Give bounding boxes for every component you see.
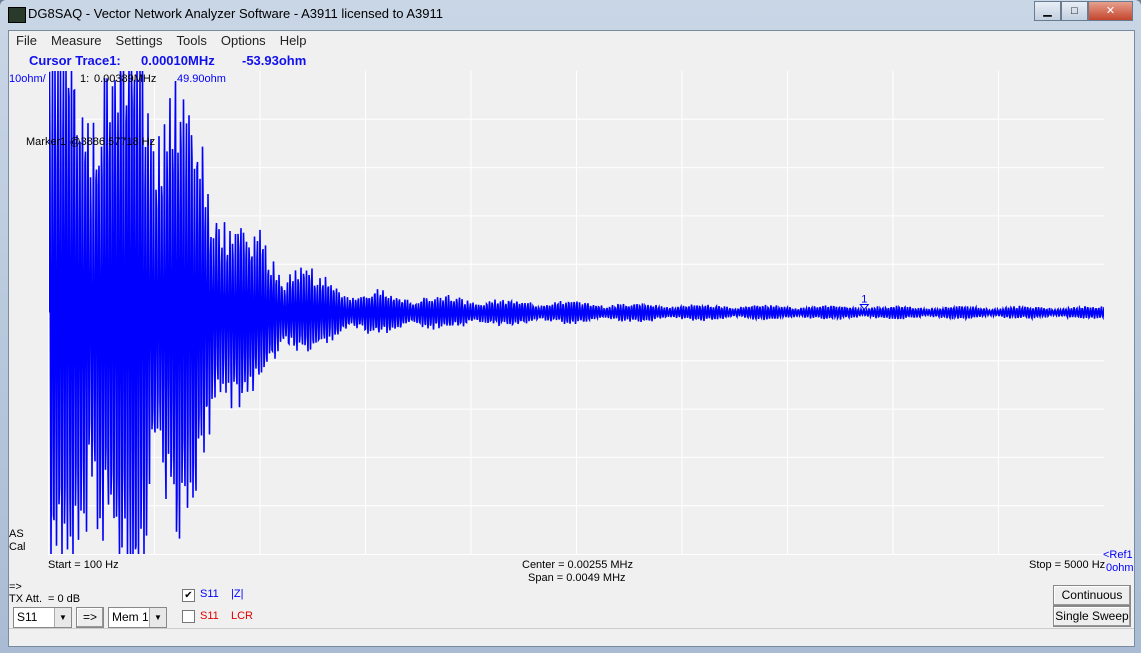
chevron-down-icon[interactable]: ▼ [54, 608, 71, 627]
marker-index: 1: [80, 73, 90, 85]
span-label: Span = 0.0049 MHz [528, 572, 626, 584]
port-select[interactable]: S11 ▼ [13, 607, 72, 628]
ref-value: 0ohm [1106, 562, 1134, 574]
continuous-button[interactable]: Continuous [1053, 585, 1131, 606]
cursor-value: -53.93ohm [242, 53, 307, 68]
minimize-button[interactable]: ▁ [1034, 1, 1061, 21]
chevron-down-icon[interactable]: ▼ [149, 608, 166, 627]
trace-plot[interactable]: 1 [48, 71, 1104, 555]
cursor-label: Cursor Trace1: [29, 53, 121, 68]
menu-measure[interactable]: Measure [44, 31, 109, 51]
scale-label: 10ohm/ [9, 73, 46, 85]
memory-select[interactable]: Mem 1 ▼ [108, 607, 167, 628]
marker-value: 49.90ohm [177, 73, 226, 85]
trace1-format: |Z| [231, 588, 244, 600]
menu-tools[interactable]: Tools [170, 31, 214, 51]
marker-freq: 0.00389MHz [94, 73, 157, 85]
trace1-param: S11 [200, 588, 219, 600]
trace2-param: S11 [200, 610, 219, 622]
trace1-checkbox[interactable]: ✔ [182, 589, 195, 602]
trace2-checkbox[interactable] [182, 610, 195, 623]
app-window: DG8SAQ - Vector Network Analyzer Softwar… [0, 0, 1141, 653]
tx-att-value: = 0 dB [48, 593, 81, 605]
maximize-button[interactable]: □ [1061, 1, 1088, 21]
center-label: Center = 0.00255 MHz [522, 559, 633, 571]
app-icon [8, 7, 26, 23]
status-bar [9, 628, 1134, 646]
as-label: AS [9, 528, 24, 540]
single-sweep-button[interactable]: Single Sweep [1053, 606, 1131, 627]
client-area: File Measure Settings Tools Options Help… [8, 30, 1135, 647]
menu-file[interactable]: File [9, 31, 44, 51]
menu-options[interactable]: Options [214, 31, 273, 51]
menu-help[interactable]: Help [273, 31, 314, 51]
start-label: Start = 100 Hz [48, 559, 119, 571]
trace2-format: LCR [231, 610, 254, 622]
cal-label: Cal [9, 541, 26, 553]
cursor-freq: 0.00010MHz [141, 53, 215, 68]
tx-att-label: TX Att. [9, 593, 43, 605]
arrow-label: => [9, 581, 22, 593]
menu-settings[interactable]: Settings [109, 31, 170, 51]
marker-flag: 1 [861, 294, 867, 306]
stop-label: Stop = 5000 Hz [1029, 559, 1106, 571]
port-select-value: S11 [17, 610, 38, 624]
ref-label: <Ref1 [1103, 549, 1133, 561]
marker-text: Marker1 @3886.57718 Hz [26, 136, 156, 148]
transfer-button[interactable]: => [76, 607, 104, 628]
menu-bar: File Measure Settings Tools Options Help [9, 31, 1134, 51]
window-title: DG8SAQ - Vector Network Analyzer Softwar… [28, 6, 444, 21]
close-button[interactable]: ✕ [1088, 1, 1133, 21]
memory-select-value: Mem 1 [112, 610, 149, 624]
